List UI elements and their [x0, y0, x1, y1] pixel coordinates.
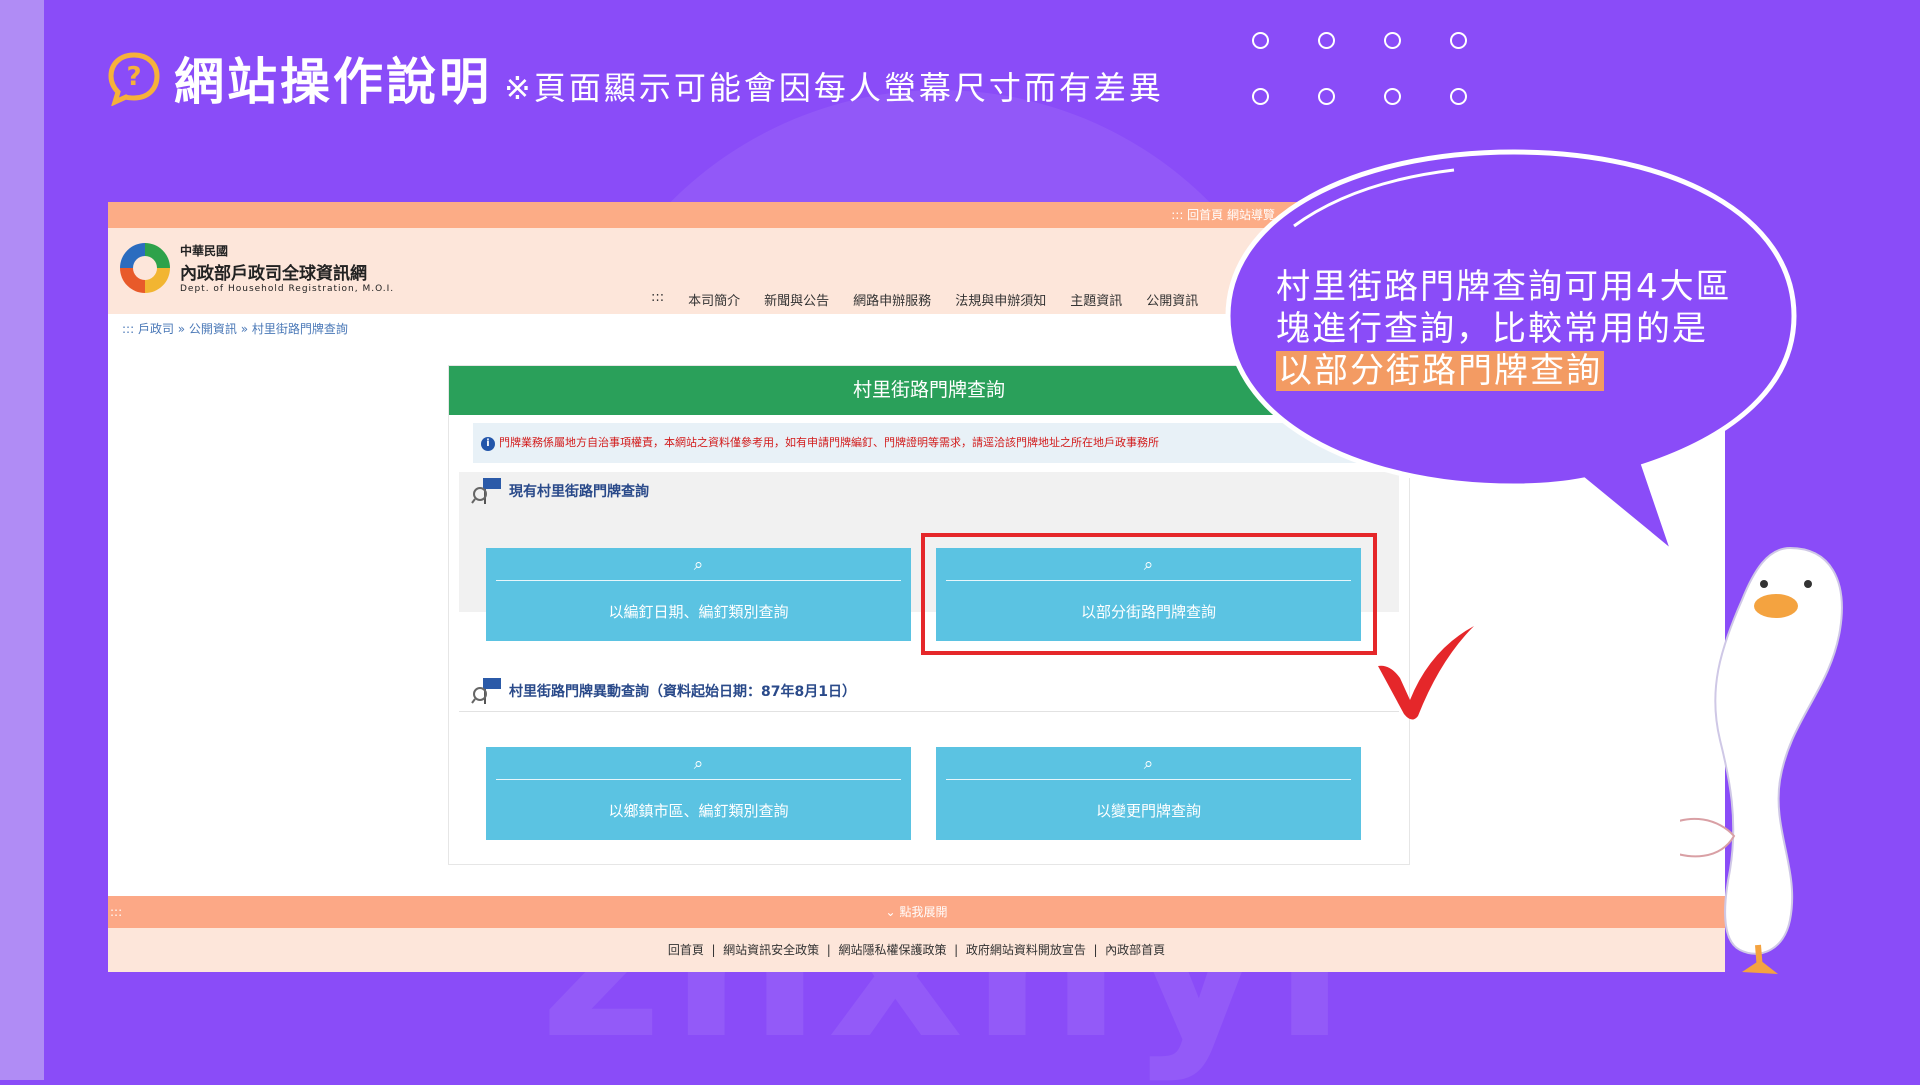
nav-item-regulations[interactable]: 法規與申辦須知: [955, 290, 1046, 309]
street-sign-icon: [471, 678, 501, 704]
footer-link-security[interactable]: 網站資訊安全政策: [723, 943, 819, 957]
query-by-date-type-button[interactable]: ⌕ 以編釘日期、編釘類別查詢: [486, 548, 911, 641]
section1-heading: 現有村里街路門牌查詢: [471, 476, 649, 506]
callout-line-1: 村里街路門牌查詢可用4大區: [1276, 267, 1732, 307]
nav-item-topics[interactable]: 主題資訊: [1070, 290, 1122, 309]
household-registration-logo-icon: [120, 243, 170, 293]
svg-text:?: ?: [126, 62, 141, 92]
footer-link-moi[interactable]: 內政部首頁: [1105, 943, 1165, 957]
notice-text: 門牌業務係屬地方自治事項權責，本網站之資料僅參考用，如有申請門牌編釘、門牌證明等…: [499, 436, 1159, 449]
expand-prefix: :::: [110, 905, 123, 919]
search-icon: ⌕: [1143, 754, 1154, 774]
nav-item-about[interactable]: 本司簡介: [688, 290, 740, 309]
nav-item-online-services[interactable]: 網路申辦服務: [853, 290, 931, 309]
section2-heading: 村里街路門牌異動查詢（資料起始日期：87年8月1日）: [471, 676, 856, 706]
question-bubble-icon: ?: [108, 52, 160, 106]
nav-item-news[interactable]: 新聞與公告: [764, 290, 829, 309]
slide-header: ? 網站操作說明 ※頁面顯示可能會因每人螢幕尺寸而有差異: [106, 42, 1164, 114]
search-icon: ⌕: [693, 754, 704, 774]
footer-link-privacy[interactable]: 網站隱私權保護政策: [838, 943, 946, 957]
footer-link-home[interactable]: 回首頁: [668, 943, 704, 957]
slide-title: 網站操作說明: [174, 53, 492, 111]
nav-prefix: :::: [651, 290, 665, 305]
site-logo[interactable]: 中華民國 內政部戶政司全球資訊網 Dept. of Household Regi…: [120, 242, 394, 294]
footer-link-open-data[interactable]: 政府網站資料開放宣告: [966, 943, 1086, 957]
expand-bar[interactable]: ::: ⌄ 點我展開: [108, 896, 1725, 928]
left-accent-strip: [0, 0, 44, 1080]
query-by-changed-address-button[interactable]: ⌕ 以變更門牌查詢: [936, 747, 1361, 840]
slide-subtitle: ※頁面顯示可能會因每人螢幕尺寸而有差異: [504, 69, 1164, 107]
site-footer: 回首頁 | 網站資訊安全政策 | 網站隱私權保護政策 | 政府網站資料開放宣告 …: [108, 928, 1725, 972]
logo-line-1: 中華民國: [180, 244, 229, 258]
search-icon: ⌕: [693, 555, 704, 575]
street-sign-icon: [471, 478, 501, 504]
site-main-nav: ::: 本司簡介 新聞與公告 網路申辦服務 法規與申辦須知 主題資訊 公開資訊: [651, 290, 1198, 309]
logo-line-2: 內政部戶政司全球資訊網: [180, 264, 367, 284]
chevron-down-icon: ⌄: [885, 905, 896, 919]
expand-label: 點我展開: [899, 905, 948, 919]
nav-item-public-info[interactable]: 公開資訊: [1146, 290, 1198, 309]
callout-line-2: 塊進行查詢，比較常用的是: [1276, 309, 1708, 349]
callout-text: 村里街路門牌查詢可用4大區 塊進行查詢，比較常用的是 以部分街路門牌查詢: [1276, 266, 1776, 392]
duck-mascot-illustration: [1680, 546, 1843, 974]
info-icon: i: [481, 437, 495, 451]
query-by-district-type-button[interactable]: ⌕ 以鄉鎮市區、編釘類別查詢: [486, 747, 911, 840]
logo-line-3: Dept. of Household Registration, M.O.I.: [180, 284, 395, 294]
callout-highlight: 以部分街路門牌查詢: [1276, 351, 1604, 391]
section-divider: [459, 711, 1399, 712]
checkmark-icon: [1378, 626, 1474, 720]
